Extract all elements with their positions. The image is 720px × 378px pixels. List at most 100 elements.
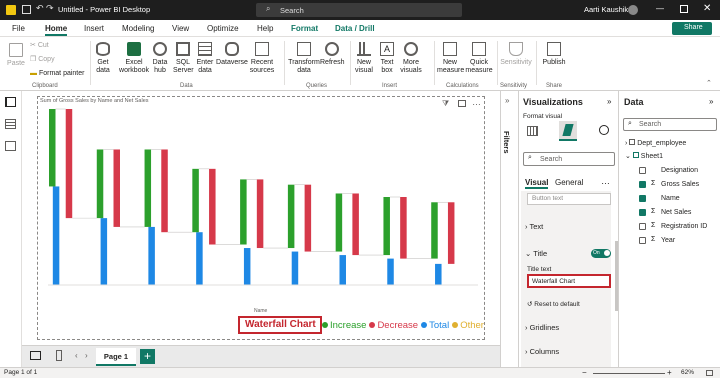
sql-button[interactable]: SQL Server [173, 42, 194, 75]
refresh-button[interactable]: Refresh [320, 42, 345, 67]
quick-measure-button[interactable]: Quick measure [465, 42, 493, 75]
total-bar[interactable] [148, 226, 155, 285]
decrease-bar[interactable] [113, 149, 121, 227]
mobile-layout-icon[interactable] [56, 350, 62, 361]
increase-bar[interactable] [383, 197, 390, 256]
data-hub-button[interactable]: Data hub [150, 42, 170, 75]
field-checkbox[interactable] [639, 223, 646, 230]
analytics-icon[interactable] [599, 125, 609, 135]
sensitivity-button[interactable]: Sensitivity [500, 42, 532, 67]
decrease-bar[interactable] [256, 179, 264, 249]
tab-data-drill[interactable]: Data / Drill [335, 24, 375, 33]
decrease-bar[interactable] [400, 197, 407, 259]
decrease-bar[interactable] [352, 193, 359, 256]
field-row[interactable]: Σ Registration ID [619, 221, 719, 233]
dataverse-button[interactable]: Dataverse [216, 42, 248, 67]
save-icon[interactable] [22, 5, 31, 14]
collapse-chevron-icon[interactable]: » [505, 96, 509, 105]
tab-optimize[interactable]: Optimize [207, 24, 239, 33]
decrease-bar[interactable] [304, 184, 312, 252]
legend-item[interactable]: Total [421, 320, 449, 331]
table-sheet1[interactable]: ⌄ Sheet1 [625, 152, 663, 160]
field-row[interactable]: Name [619, 193, 719, 205]
section-title[interactable]: ⌄ Title [525, 249, 547, 258]
more-format-options-icon[interactable]: … [601, 176, 610, 186]
tab-general[interactable]: General [555, 178, 583, 187]
fit-page-icon[interactable] [706, 370, 713, 376]
tab-view[interactable]: View [172, 24, 189, 33]
new-measure-button[interactable]: New measure [437, 42, 464, 75]
undo-icon[interactable]: ↶ [36, 3, 44, 14]
avatar[interactable] [628, 5, 638, 15]
zoom-in-icon[interactable]: + [667, 368, 672, 377]
increase-bar[interactable] [287, 184, 295, 249]
copy-button[interactable]: ❐ Copy [30, 56, 55, 64]
increase-bar[interactable] [96, 149, 104, 219]
tab-page-1[interactable]: Page 1 [96, 348, 136, 366]
tab-modeling[interactable]: Modeling [122, 24, 154, 33]
add-page-button[interactable]: + [140, 349, 155, 364]
collapse-viz-icon[interactable]: » [607, 97, 611, 106]
tab-help[interactable]: Help [257, 24, 273, 33]
increase-bar[interactable] [192, 168, 199, 233]
section-gridlines[interactable]: › Gridlines [525, 323, 559, 332]
more-visuals-button[interactable]: More visuals [398, 42, 424, 75]
redo-icon[interactable]: ↷ [46, 3, 54, 14]
tab-file[interactable]: File [12, 24, 25, 33]
field-checkbox[interactable] [639, 237, 646, 244]
next-page-icon[interactable]: › [85, 351, 88, 360]
minimize-icon[interactable]: — [656, 4, 664, 13]
field-checkbox[interactable] [639, 167, 646, 174]
data-search-box[interactable]: ⌕ Search [623, 118, 717, 131]
decrease-bar[interactable] [161, 149, 168, 233]
total-bar[interactable] [100, 218, 108, 285]
reset-default-button[interactable]: ↺ Reset to default [527, 300, 580, 308]
section-text[interactable]: › Text [525, 222, 543, 231]
transform-data-button[interactable]: Transform data [287, 42, 321, 75]
total-bar[interactable] [387, 258, 394, 285]
total-bar[interactable] [243, 248, 251, 285]
collapse-ribbon-icon[interactable]: ⌃ [706, 79, 712, 87]
collapse-data-icon[interactable]: » [709, 97, 713, 106]
user-name[interactable]: Aarti Kaushik [584, 5, 628, 14]
prev-page-icon[interactable]: ‹ [75, 351, 78, 360]
total-bar[interactable] [435, 263, 442, 285]
share-button[interactable]: Share [672, 22, 712, 35]
field-row[interactable]: Σ Year [619, 235, 719, 247]
format-painter-button[interactable]: ▬ Format painter [30, 70, 84, 78]
increase-bar[interactable] [144, 149, 152, 227]
field-row[interactable]: Σ Gross Sales [619, 179, 719, 191]
total-bar[interactable] [196, 232, 203, 285]
field-checkbox[interactable] [639, 195, 646, 202]
tab-visual[interactable]: Visual [525, 178, 549, 189]
total-bar[interactable] [339, 255, 346, 285]
get-data-button[interactable]: Get data [94, 42, 112, 75]
legend-item[interactable]: Decrease [369, 320, 418, 331]
field-checkbox[interactable] [639, 209, 646, 216]
excel-button[interactable]: Excel workbook [119, 42, 149, 75]
decrease-bar[interactable] [209, 168, 216, 245]
increase-bar[interactable] [49, 109, 56, 187]
decrease-bar[interactable] [447, 202, 455, 264]
model-view-icon[interactable] [5, 141, 16, 151]
cut-button[interactable]: ✂ Cut [30, 42, 49, 50]
recent-sources-button[interactable]: Recent sources [247, 42, 277, 75]
text-box-button[interactable]: A Text box [378, 42, 396, 75]
format-visual-tab[interactable] [559, 121, 577, 141]
zoom-slider[interactable] [593, 373, 665, 374]
new-visual-button[interactable]: New visual [353, 42, 375, 75]
increase-bar[interactable] [240, 179, 247, 245]
filters-pane-collapsed[interactable]: » Filters [500, 91, 518, 367]
field-row[interactable]: Designation [619, 165, 719, 177]
viz-search-box[interactable]: ⌕ Search [523, 152, 615, 166]
publish-button[interactable]: Publish [540, 42, 568, 67]
total-bar[interactable] [291, 251, 299, 285]
title-text-input[interactable]: Waterfall Chart [527, 274, 611, 288]
build-visual-icon[interactable] [527, 126, 538, 136]
section-columns[interactable]: › Columns [525, 347, 559, 356]
title-toggle[interactable]: On [591, 249, 611, 258]
report-view-icon[interactable] [5, 97, 16, 107]
close-icon[interactable]: ✕ [703, 3, 711, 14]
legend-item[interactable]: Increase [322, 320, 366, 331]
table-view-icon[interactable] [5, 119, 16, 129]
